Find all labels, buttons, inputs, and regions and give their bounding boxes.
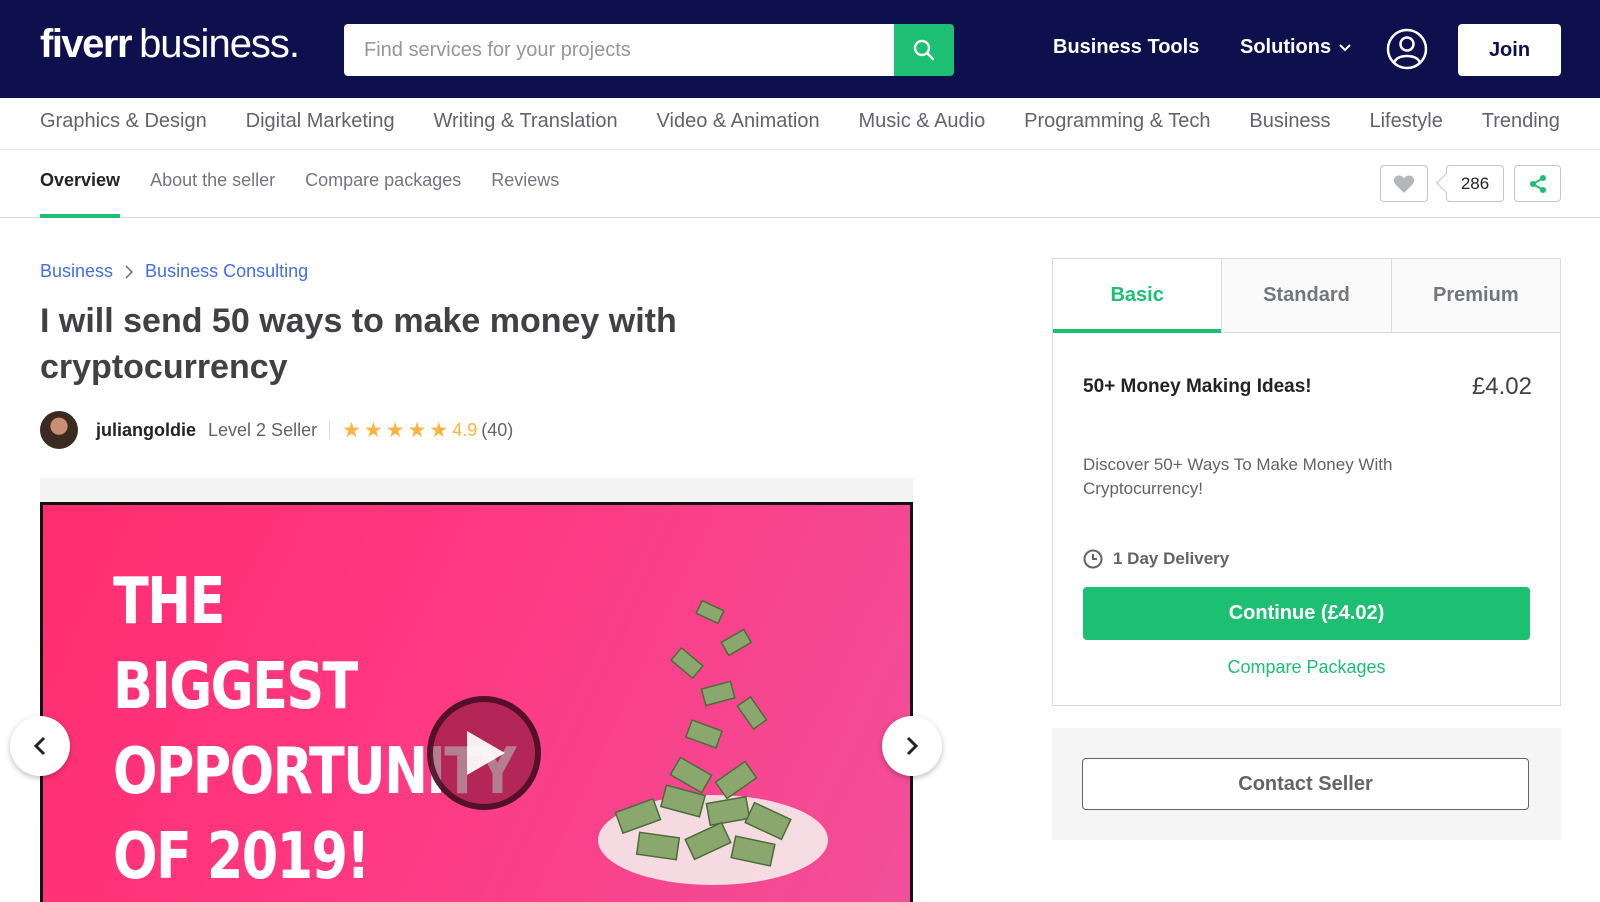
category-digital-marketing[interactable]: Digital Marketing [246, 110, 395, 133]
tab-reviews[interactable]: Reviews [491, 170, 559, 191]
category-programming-tech[interactable]: Programming & Tech [1024, 110, 1210, 133]
continue-button[interactable]: Continue (£4.02) [1083, 587, 1530, 640]
gallery-next-button[interactable] [882, 716, 942, 776]
solutions-label: Solutions [1240, 36, 1332, 58]
package-tabs: Basic Standard Premium [1053, 259, 1560, 333]
avatar[interactable] [40, 411, 78, 449]
rating-stars: ★ ★ ★ ★ ★ [342, 420, 448, 441]
logo-main: fiverr [40, 22, 133, 66]
play-video-button[interactable] [427, 696, 541, 810]
share-button[interactable] [1514, 165, 1561, 202]
category-lifestyle[interactable]: Lifestyle [1369, 110, 1442, 133]
search-icon [913, 39, 935, 61]
chevron-left-icon [34, 736, 46, 756]
package-tab-standard[interactable]: Standard [1221, 259, 1391, 332]
star-icon: ★ [429, 418, 449, 442]
category-writing-translation[interactable]: Writing & Translation [433, 110, 617, 133]
delivery-label: 1 Day Delivery [1113, 549, 1230, 568]
top-header: fiverr business. Business Tools Solution… [0, 0, 1600, 98]
package-panel: Basic Standard Premium 50+ Money Making … [1052, 258, 1561, 706]
compare-packages-link[interactable]: Compare Packages [1053, 657, 1560, 678]
rating-score: 4.9 [452, 419, 478, 440]
favorite-button[interactable] [1380, 165, 1428, 202]
seller-name[interactable]: juliangoldie [96, 420, 196, 441]
slide-text-line: OF 2019! [113, 820, 370, 894]
breadcrumb-business[interactable]: Business [40, 261, 113, 282]
gig-subnav: Overview About the seller Compare packag… [0, 150, 1600, 218]
join-button[interactable]: Join [1458, 24, 1561, 76]
play-icon [467, 731, 505, 775]
gallery-prev-button[interactable] [10, 716, 70, 776]
seller-overview: juliangoldie Level 2 Seller ★ ★ ★ ★ ★ 4.… [40, 410, 513, 450]
user-account-icon[interactable] [1386, 28, 1428, 70]
breadcrumb-business-consulting[interactable]: Business Consulting [145, 261, 308, 282]
star-icon: ★ [407, 418, 427, 442]
tab-about-seller[interactable]: About the seller [150, 170, 275, 191]
divider [329, 421, 331, 439]
category-graphics-design[interactable]: Graphics & Design [40, 110, 207, 133]
package-header: 50+ Money Making Ideas! £4.02 [1083, 373, 1532, 401]
heart-icon [1393, 175, 1415, 193]
chevron-right-icon [906, 736, 918, 756]
package-name: 50+ Money Making Ideas! [1083, 376, 1312, 397]
money-pile-image [598, 599, 828, 885]
chevron-right-icon [125, 264, 134, 279]
search-bar [344, 24, 954, 76]
tab-overview[interactable]: Overview [40, 170, 121, 218]
category-music-audio[interactable]: Music & Audio [859, 110, 986, 133]
star-icon: ★ [385, 418, 405, 442]
clock-icon [1083, 549, 1103, 569]
delivery-time: 1 Day Delivery [1083, 549, 1229, 569]
star-icon: ★ [342, 418, 361, 442]
package-tab-premium[interactable]: Premium [1390, 259, 1560, 332]
breadcrumb: Business Business Consulting [40, 261, 308, 282]
review-count[interactable]: (40) [481, 420, 513, 441]
seller-level: Level 2 Seller [208, 419, 318, 440]
category-video-animation[interactable]: Video & Animation [657, 110, 820, 133]
slide-text-line: BIGGEST [113, 650, 358, 724]
category-business[interactable]: Business [1249, 110, 1330, 133]
contact-seller-button[interactable]: Contact Seller [1082, 758, 1529, 810]
tab-compare-packages[interactable]: Compare packages [305, 170, 461, 191]
search-button[interactable] [894, 24, 954, 76]
search-input[interactable] [344, 24, 894, 76]
chevron-down-icon [1339, 43, 1351, 51]
slide-text-line: THE [113, 565, 225, 639]
package-price: £4.02 [1471, 373, 1532, 400]
package-description: Discover 50+ Ways To Make Money With Cry… [1083, 455, 1393, 498]
share-icon [1529, 174, 1546, 193]
contact-seller-box: Contact Seller [1052, 728, 1561, 840]
category-trending[interactable]: Trending [1482, 110, 1560, 133]
package-tab-basic[interactable]: Basic [1053, 259, 1222, 333]
fiverr-business-logo[interactable]: fiverr business. [40, 22, 300, 72]
star-icon: ★ [363, 418, 383, 442]
gallery-top-strip [40, 478, 913, 502]
business-tools-link[interactable]: Business Tools [1053, 36, 1199, 59]
solutions-menu[interactable]: Solutions [1240, 36, 1351, 59]
category-menu: Graphics & Design Digital Marketing Writ… [0, 98, 1600, 150]
logo-sub: business. [139, 22, 300, 66]
gig-title: I will send 50 ways to make money with c… [40, 302, 677, 386]
